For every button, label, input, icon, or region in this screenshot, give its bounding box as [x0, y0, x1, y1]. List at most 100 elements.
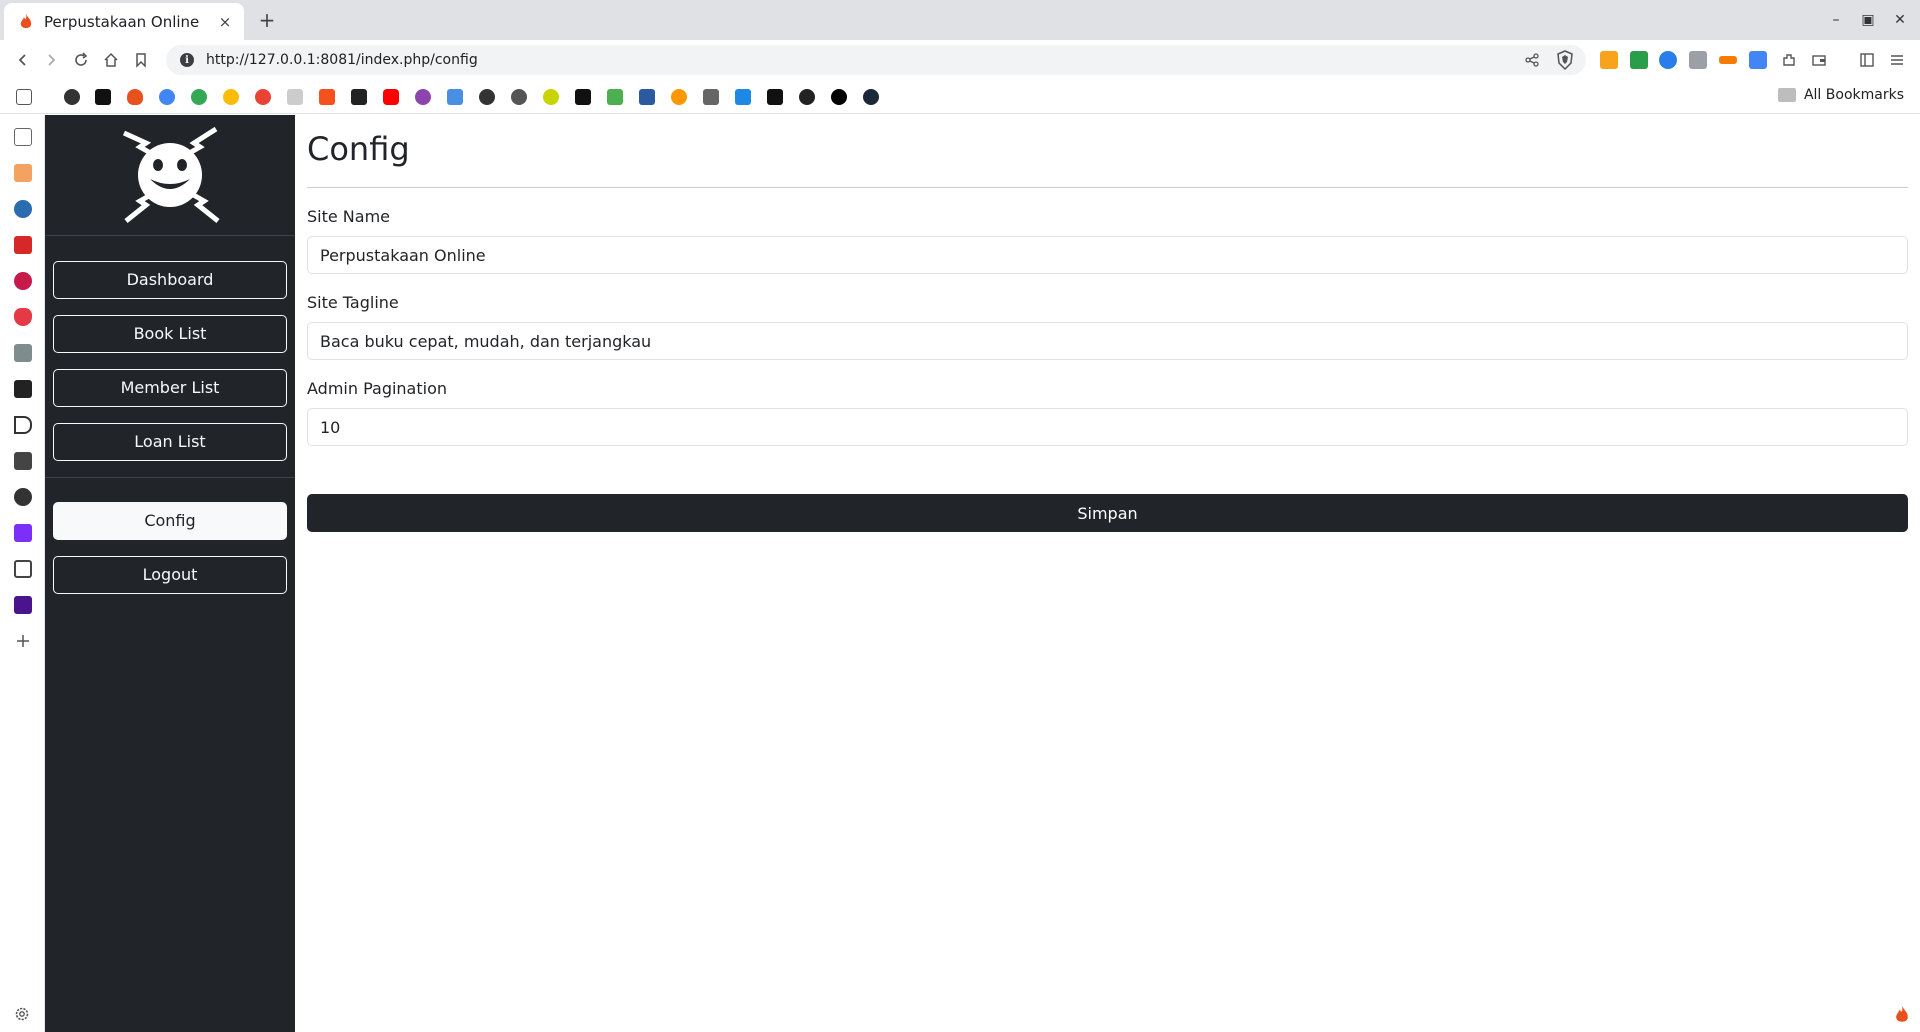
- tab-title: Perpustakaan Online: [44, 12, 200, 31]
- bookmark-favicon-icon[interactable]: [415, 89, 431, 105]
- admin-pagination-input[interactable]: [307, 408, 1908, 446]
- minimize-icon[interactable]: –: [1826, 10, 1846, 30]
- config-form: Site Name Site Tagline Admin Pagination …: [307, 206, 1908, 532]
- page-viewport: Dashboard Book List Member List Loan Lis…: [45, 115, 1920, 1032]
- side-panel-app-icon[interactable]: [14, 344, 32, 362]
- youtube-icon[interactable]: [383, 89, 399, 105]
- browser-side-panel: [0, 115, 45, 1032]
- side-panel-app-icon[interactable]: [14, 416, 32, 434]
- side-panel-app-icon[interactable]: [14, 560, 32, 578]
- bookmark-favicon-icon[interactable]: [64, 89, 80, 105]
- translate-extension-icon[interactable]: [1749, 51, 1767, 69]
- side-panel-app-icon[interactable]: [14, 164, 32, 182]
- side-panel-app-icon[interactable]: [14, 596, 32, 614]
- nav-divider: [45, 477, 295, 478]
- side-panel-app-icon[interactable]: [14, 236, 32, 254]
- google-icon[interactable]: [159, 89, 175, 105]
- wallet-icon[interactable]: [1808, 49, 1830, 71]
- address-url[interactable]: http://127.0.0.1:8081/index.php/config: [206, 52, 1522, 68]
- site-info-icon[interactable]: i: [180, 53, 194, 67]
- bookmark-favicon-icon[interactable]: [319, 89, 335, 105]
- bookmark-favicon-icon[interactable]: [575, 89, 591, 105]
- side-panel-app-icon[interactable]: [14, 200, 32, 218]
- page-title: Config: [307, 130, 410, 168]
- menu-icon[interactable]: [1886, 49, 1908, 71]
- site-tagline-input[interactable]: [307, 322, 1908, 360]
- bookmark-favicon-icon[interactable]: [351, 89, 367, 105]
- flame-icon[interactable]: [1894, 1006, 1912, 1024]
- brave-icon[interactable]: [14, 308, 32, 326]
- admin-nav-list: Dashboard Book List Member List Loan Lis…: [45, 261, 295, 610]
- all-bookmarks[interactable]: All Bookmarks: [1777, 87, 1904, 103]
- add-icon[interactable]: [14, 632, 32, 650]
- all-bookmarks-label: All Bookmarks: [1803, 87, 1904, 103]
- reload-icon[interactable]: [70, 49, 92, 71]
- side-panel-app-icon[interactable]: [14, 380, 32, 398]
- bookmark-icon[interactable]: [130, 49, 152, 71]
- admin-pagination-label: Admin Pagination: [307, 379, 448, 398]
- flame-favicon-icon: [18, 13, 34, 30]
- folder-icon: [1777, 88, 1796, 102]
- bookmark-favicon-icon[interactable]: [511, 89, 527, 105]
- bookmark-favicon-icon[interactable]: [639, 89, 655, 105]
- site-name-input[interactable]: [307, 236, 1908, 274]
- site-logo: [45, 115, 295, 236]
- bookmark-favicon-icon[interactable]: [543, 89, 559, 105]
- site-tagline-label: Site Tagline: [307, 293, 399, 312]
- nav-book-list[interactable]: Book List: [53, 315, 287, 353]
- extension-icon[interactable]: [1659, 51, 1677, 69]
- save-button[interactable]: Simpan: [307, 494, 1908, 532]
- config-content: Config Site Name Site Tagline Admin Pagi…: [307, 115, 1908, 532]
- close-window-icon[interactable]: ✕: [1890, 10, 1910, 30]
- brave-shield-icon[interactable]: [1556, 50, 1574, 71]
- google-icon[interactable]: [223, 89, 239, 105]
- back-icon[interactable]: [12, 49, 34, 71]
- admin-sidebar: Dashboard Book List Member List Loan Lis…: [45, 115, 295, 1032]
- apps-grid-icon[interactable]: [16, 89, 32, 105]
- bookmark-favicon-icon[interactable]: [831, 89, 847, 105]
- home-icon[interactable]: [100, 49, 122, 71]
- bootstrap-icon[interactable]: [14, 524, 32, 542]
- extension-icon[interactable]: [1630, 51, 1648, 69]
- nav-config[interactable]: Config: [53, 502, 287, 540]
- browser-tab-strip: Perpustakaan Online × + – ▣ ✕: [0, 0, 1920, 40]
- bookmark-favicon-icon[interactable]: [703, 89, 719, 105]
- settings-gear-icon[interactable]: [12, 1004, 32, 1024]
- bookmark-favicon-icon[interactable]: [479, 89, 495, 105]
- rss-extension-icon[interactable]: [1600, 51, 1618, 69]
- reading-list-icon[interactable]: [14, 128, 32, 146]
- bookmark-favicon-icon[interactable]: [671, 89, 687, 105]
- title-divider: [307, 187, 1908, 188]
- share-icon[interactable]: [1522, 50, 1542, 70]
- linux-icon[interactable]: [14, 488, 32, 506]
- browser-toolbar: i http://127.0.0.1:8081/index.php/config: [0, 40, 1920, 80]
- site-name-label: Site Name: [307, 207, 391, 226]
- browser-tab-active[interactable]: Perpustakaan Online ×: [4, 3, 244, 40]
- bookmark-favicon-icon[interactable]: [287, 89, 303, 105]
- bookmark-favicon-icon[interactable]: [767, 89, 783, 105]
- nav-member-list[interactable]: Member List: [53, 369, 287, 407]
- bookmark-favicon-icon[interactable]: [95, 89, 111, 105]
- nav-dashboard[interactable]: Dashboard: [53, 261, 287, 299]
- google-icon[interactable]: [191, 89, 207, 105]
- new-tab-icon[interactable]: +: [256, 8, 278, 32]
- nav-loan-list[interactable]: Loan List: [53, 423, 287, 461]
- sidebar-icon[interactable]: [1856, 49, 1878, 71]
- bookmark-favicon-icon[interactable]: [735, 89, 751, 105]
- bookmark-favicon-icon[interactable]: [799, 89, 815, 105]
- extensions-icon[interactable]: [1778, 49, 1800, 71]
- bookmark-favicon-icon[interactable]: [447, 89, 463, 105]
- nav-logout[interactable]: Logout: [53, 556, 287, 594]
- tab-close-icon[interactable]: ×: [216, 13, 234, 31]
- extension-icon[interactable]: [1719, 56, 1737, 64]
- forward-icon[interactable]: [40, 49, 62, 71]
- steam-icon[interactable]: [863, 89, 879, 105]
- address-bar[interactable]: i http://127.0.0.1:8081/index.php/config: [166, 45, 1586, 75]
- bookmark-favicon-icon[interactable]: [607, 89, 623, 105]
- bookmark-favicon-icon[interactable]: [127, 89, 143, 105]
- raspberry-icon[interactable]: [14, 272, 32, 290]
- camera-extension-icon[interactable]: [1689, 51, 1707, 69]
- side-panel-app-icon[interactable]: [14, 452, 32, 470]
- maximize-icon[interactable]: ▣: [1858, 10, 1878, 30]
- google-icon[interactable]: [255, 89, 271, 105]
